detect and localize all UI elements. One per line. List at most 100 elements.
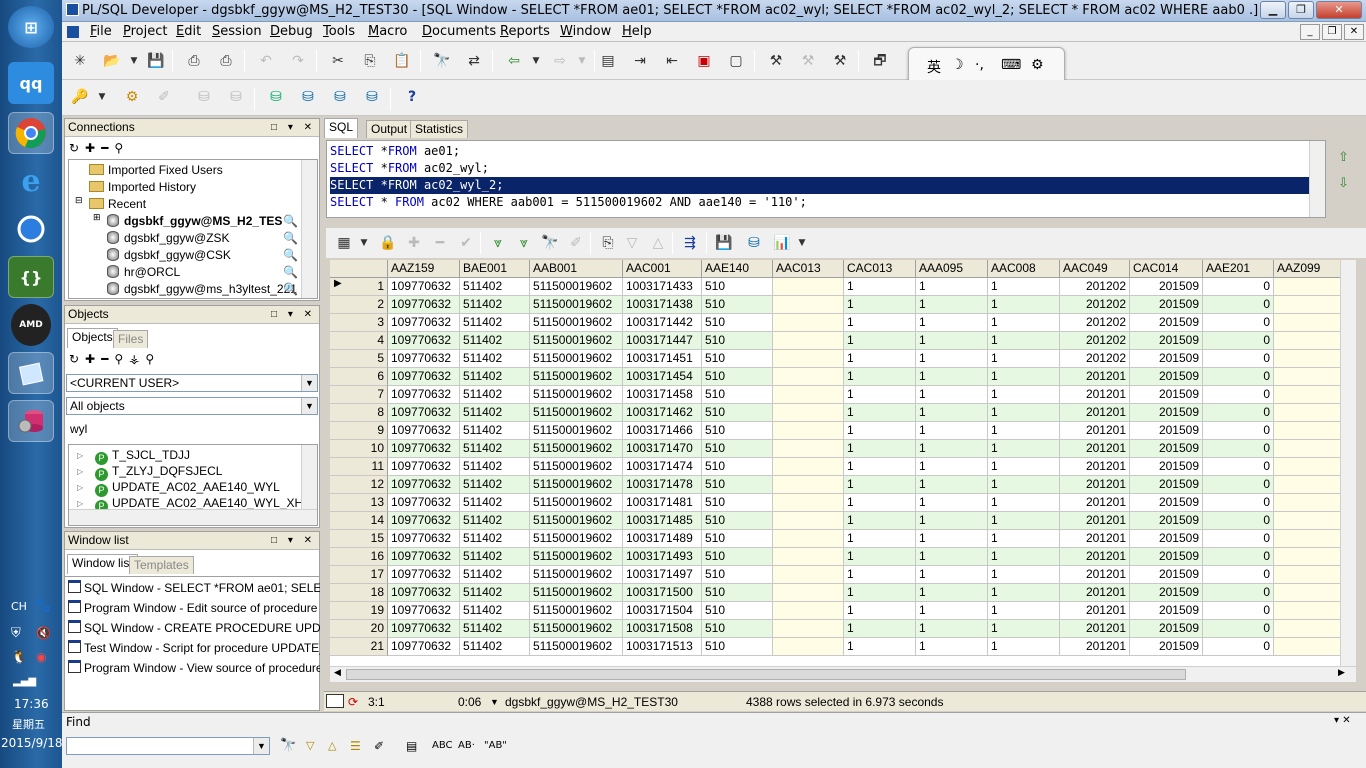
table-cell[interactable] <box>773 584 844 602</box>
table-cell[interactable]: 0 <box>1203 332 1274 350</box>
table-cell[interactable]: 511402 <box>460 368 530 386</box>
network-app-icon[interactable]: ◉ <box>36 650 46 664</box>
object-type-select[interactable]: All objects ▼ <box>66 397 318 415</box>
objects-hscroll[interactable] <box>69 509 317 525</box>
table-cell[interactable]: 0 <box>1203 566 1274 584</box>
table-cell[interactable]: 1 <box>916 584 988 602</box>
table-cell[interactable]: 1003171500 <box>623 584 702 602</box>
table-cell[interactable]: 201202 <box>1060 278 1130 296</box>
query-builder-icon[interactable]: ▤ <box>598 52 618 70</box>
table-row[interactable]: 2 109770632 511402 511500019602 1003171438 51… <box>330 296 1340 314</box>
window-list-item[interactable]: SQL Window - CREATE PROCEDURE UPDATE_ <box>68 619 320 638</box>
match-case-button[interactable]: ABC <box>432 740 453 751</box>
uncomment-icon[interactable]: ▢ <box>726 52 746 70</box>
table-row[interactable]: 21 109770632 511402 511500019602 1003171513 5… <box>330 638 1340 656</box>
table-row[interactable]: 10 109770632 511402 511500019602 1003171470 5… <box>330 440 1340 458</box>
menu-item[interactable]: Macro <box>368 24 407 39</box>
tab-sql[interactable]: SQL <box>324 118 359 138</box>
fetch-last-icon[interactable]: ⩔ <box>514 234 534 252</box>
volume-muted-icon[interactable]: 🔇 <box>36 626 51 640</box>
settings-gear-icon[interactable]: ⚙ <box>1031 57 1044 73</box>
table-cell[interactable]: 1 <box>844 368 916 386</box>
table-cell[interactable]: 510 <box>702 530 773 548</box>
table-cell[interactable]: 511500019602 <box>530 440 623 458</box>
menu-item[interactable]: Debug <box>270 24 313 39</box>
window-list-item[interactable]: Test Window - Script for procedure UPDAT… <box>68 639 320 658</box>
table-cell[interactable]: 1 <box>988 602 1060 620</box>
compare-icon[interactable]: ⚒ <box>798 52 818 70</box>
table-cell[interactable]: 1003171438 <box>623 296 702 314</box>
table-cell[interactable]: 201201 <box>1060 458 1130 476</box>
maximize-button[interactable]: ❐ <box>1288 1 1314 19</box>
post-changes-icon[interactable]: ✔ <box>456 234 476 252</box>
table-cell[interactable]: 1003171451 <box>623 350 702 368</box>
back-dropdown-icon[interactable]: ▼ <box>526 52 546 70</box>
table-cell[interactable] <box>1274 296 1340 314</box>
open-icon[interactable]: 📂 <box>102 52 122 70</box>
object-filter-input[interactable]: wyl <box>66 420 318 438</box>
table-cell[interactable]: 511402 <box>460 476 530 494</box>
table-cell[interactable]: 0 <box>1203 458 1274 476</box>
table-cell[interactable]: 510 <box>702 638 773 656</box>
table-cell[interactable] <box>1274 332 1340 350</box>
table-row[interactable]: 7 109770632 511402 511500019602 1003171458 51… <box>330 386 1340 404</box>
table-cell[interactable]: 1 <box>916 530 988 548</box>
mdi-child-icon[interactable] <box>67 26 79 38</box>
query-by-example-icon[interactable]: 🔭 <box>540 234 560 252</box>
table-cell[interactable]: 1 <box>988 422 1060 440</box>
table-cell[interactable]: 201201 <box>1060 440 1130 458</box>
table-cell[interactable]: 109770632 <box>388 638 460 656</box>
table-cell[interactable]: 1 <box>988 404 1060 422</box>
table-cell[interactable] <box>1274 458 1340 476</box>
table-cell[interactable]: 1 <box>988 332 1060 350</box>
row-number[interactable]: 18 <box>330 584 388 602</box>
table-cell[interactable]: 201509 <box>1130 296 1203 314</box>
table-cell[interactable]: 511500019602 <box>530 476 623 494</box>
table-cell[interactable]: 201201 <box>1060 530 1130 548</box>
table-cell[interactable]: 1003171447 <box>623 332 702 350</box>
export-results-icon[interactable]: ⇶ <box>680 234 700 252</box>
table-cell[interactable]: 0 <box>1203 638 1274 656</box>
table-cell[interactable]: 1003171489 <box>623 530 702 548</box>
table-cell[interactable]: 201509 <box>1130 530 1203 548</box>
table-cell[interactable]: 1 <box>988 368 1060 386</box>
notepad-icon[interactable] <box>8 352 54 394</box>
table-cell[interactable]: 511402 <box>460 548 530 566</box>
table-cell[interactable]: 1 <box>844 278 916 296</box>
row-number[interactable]: 4 <box>330 332 388 350</box>
sql-window-icon[interactable]: ⛁ <box>298 88 318 106</box>
scroll-left-icon[interactable]: ◀ <box>334 668 341 678</box>
app-icon[interactable] <box>66 3 79 16</box>
table-cell[interactable]: 201509 <box>1130 458 1203 476</box>
db-tool-icon[interactable] <box>8 400 54 442</box>
table-cell[interactable] <box>1274 620 1340 638</box>
minimize-button[interactable]: ▁ <box>1260 1 1286 19</box>
penguin-icon[interactable]: 🐧 <box>11 650 27 665</box>
tab-objects[interactable]: Objects <box>67 328 118 348</box>
table-cell[interactable]: 1003171481 <box>623 494 702 512</box>
table-cell[interactable]: 109770632 <box>388 566 460 584</box>
sql-db-icon[interactable]: ⛁ <box>266 88 286 106</box>
table-cell[interactable]: 201201 <box>1060 602 1130 620</box>
table-cell[interactable]: 1 <box>916 620 988 638</box>
table-cell[interactable]: 109770632 <box>388 350 460 368</box>
find-icon[interactable]: 🔭 <box>432 52 452 70</box>
table-row[interactable]: 19 109770632 511402 511500019602 1003171504 5… <box>330 602 1340 620</box>
column-header[interactable]: CAC014 <box>1130 260 1203 278</box>
table-cell[interactable]: 510 <box>702 332 773 350</box>
open-dropdown-icon[interactable]: ▼ <box>124 52 144 70</box>
table-row[interactable]: 6 109770632 511402 511500019602 1003171454 51… <box>330 368 1340 386</box>
table-cell[interactable]: 201509 <box>1130 404 1203 422</box>
tab-files[interactable]: Files <box>113 330 149 348</box>
redo-icon[interactable]: ↷ <box>288 52 308 70</box>
table-cell[interactable]: 511402 <box>460 620 530 638</box>
table-cell[interactable] <box>1274 422 1340 440</box>
column-header[interactable]: AAB001 <box>530 260 623 278</box>
paw-icon[interactable]: 🐾 <box>34 598 51 614</box>
table-cell[interactable]: 1 <box>916 440 988 458</box>
table-cell[interactable] <box>1274 548 1340 566</box>
table-cell[interactable]: 201202 <box>1060 296 1130 314</box>
sql-line[interactable]: SELECT * FROM ac02 WHERE aab001 = 511500… <box>330 194 807 211</box>
delete-record-icon[interactable]: ━ <box>430 234 450 252</box>
row-number[interactable]: 7 <box>330 386 388 404</box>
